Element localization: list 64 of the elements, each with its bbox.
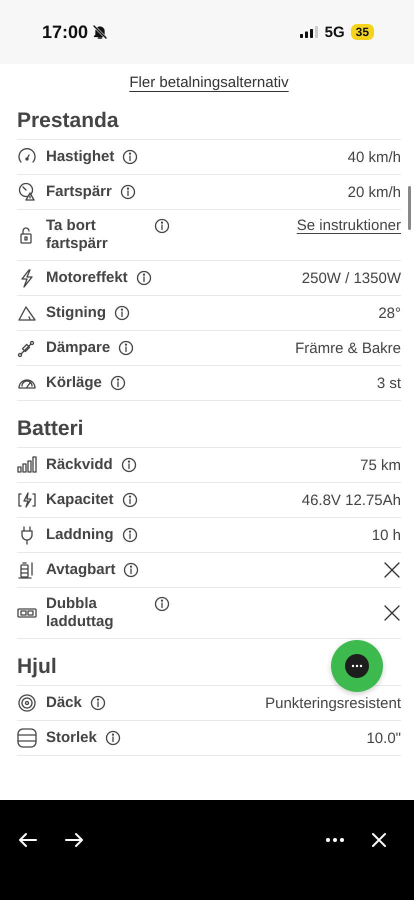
spec-label: Räckvidd xyxy=(46,455,113,475)
spec-label: Stigning xyxy=(46,303,106,323)
info-icon xyxy=(122,149,138,165)
spec-label: Hastighet xyxy=(46,147,114,167)
info-icon xyxy=(118,340,134,356)
spec-label: Dämpare xyxy=(46,338,110,358)
clock-time: 17:00 xyxy=(42,22,88,42)
charging-battery-icon xyxy=(17,490,37,510)
shock-absorber-icon xyxy=(17,338,37,358)
info-icon xyxy=(122,492,138,508)
section-heading: Batteri xyxy=(17,416,84,442)
cross-icon xyxy=(383,561,401,579)
info-icon xyxy=(120,457,137,473)
spec-value: Punkteringsresistent xyxy=(265,694,401,712)
spec-value: 20 km/h xyxy=(348,184,401,200)
network-label: 5G xyxy=(324,24,345,40)
info-icon xyxy=(122,527,138,543)
spec-label: Dubbla ladduttag xyxy=(46,594,114,632)
battery-level: 35 xyxy=(350,24,374,40)
payment-options-link[interactable]: Fler betalningsalternativ xyxy=(129,74,289,91)
spec-value: 46.8V 12.75Ah xyxy=(302,492,401,508)
info-icon xyxy=(114,305,130,321)
close-icon[interactable] xyxy=(371,832,387,848)
info-icon xyxy=(136,270,152,286)
info-icon xyxy=(123,562,140,578)
spec-label: Körläge xyxy=(46,373,102,393)
spec-label: Avtagbart xyxy=(46,560,116,580)
more-icon[interactable] xyxy=(325,837,345,843)
spec-value: 10 h xyxy=(372,526,401,544)
spec-value: 10.0" xyxy=(366,730,401,746)
spec-value: 250W / 1350W xyxy=(302,270,401,286)
section-heading: Hjul xyxy=(17,654,57,680)
signal-icon xyxy=(298,26,319,38)
info-icon xyxy=(90,695,106,711)
speed-limit-icon xyxy=(17,182,37,202)
info-icon xyxy=(104,730,121,746)
bell-muted-icon xyxy=(92,24,108,40)
info-icon xyxy=(120,184,136,200)
signal-bars-icon xyxy=(17,455,37,475)
scrollbar xyxy=(408,186,411,230)
spec-value: 40 km/h xyxy=(348,148,401,166)
spec-label: Kapacitet xyxy=(46,490,114,510)
info-icon xyxy=(154,218,170,234)
chat-bubble-icon xyxy=(344,653,370,679)
spec-label: Däck xyxy=(46,693,82,713)
spec-label: Laddning xyxy=(46,525,114,545)
spec-value: 28° xyxy=(378,304,401,322)
cross-icon xyxy=(383,604,401,622)
spec-value: 75 km xyxy=(360,456,401,474)
spec-value: 3 st xyxy=(376,374,401,392)
chat-button[interactable] xyxy=(331,640,383,692)
spec-label: Storlek xyxy=(46,728,97,748)
spec-label: Fartspärr xyxy=(46,182,112,202)
forward-arrow-icon[interactable] xyxy=(64,832,84,848)
spec-label: Ta bort fartspärr xyxy=(46,216,109,254)
tire-icon xyxy=(17,693,37,713)
instructions-link[interactable]: Se instruktioner xyxy=(296,210,401,234)
spec-label: Motoreffekt xyxy=(46,268,128,288)
section-heading: Prestanda xyxy=(17,108,119,134)
wheel-size-icon xyxy=(17,728,37,748)
spec-value: Främre & Bakre xyxy=(295,340,401,356)
info-icon xyxy=(154,596,170,612)
info-icon xyxy=(110,375,126,391)
back-arrow-icon[interactable] xyxy=(18,832,38,848)
